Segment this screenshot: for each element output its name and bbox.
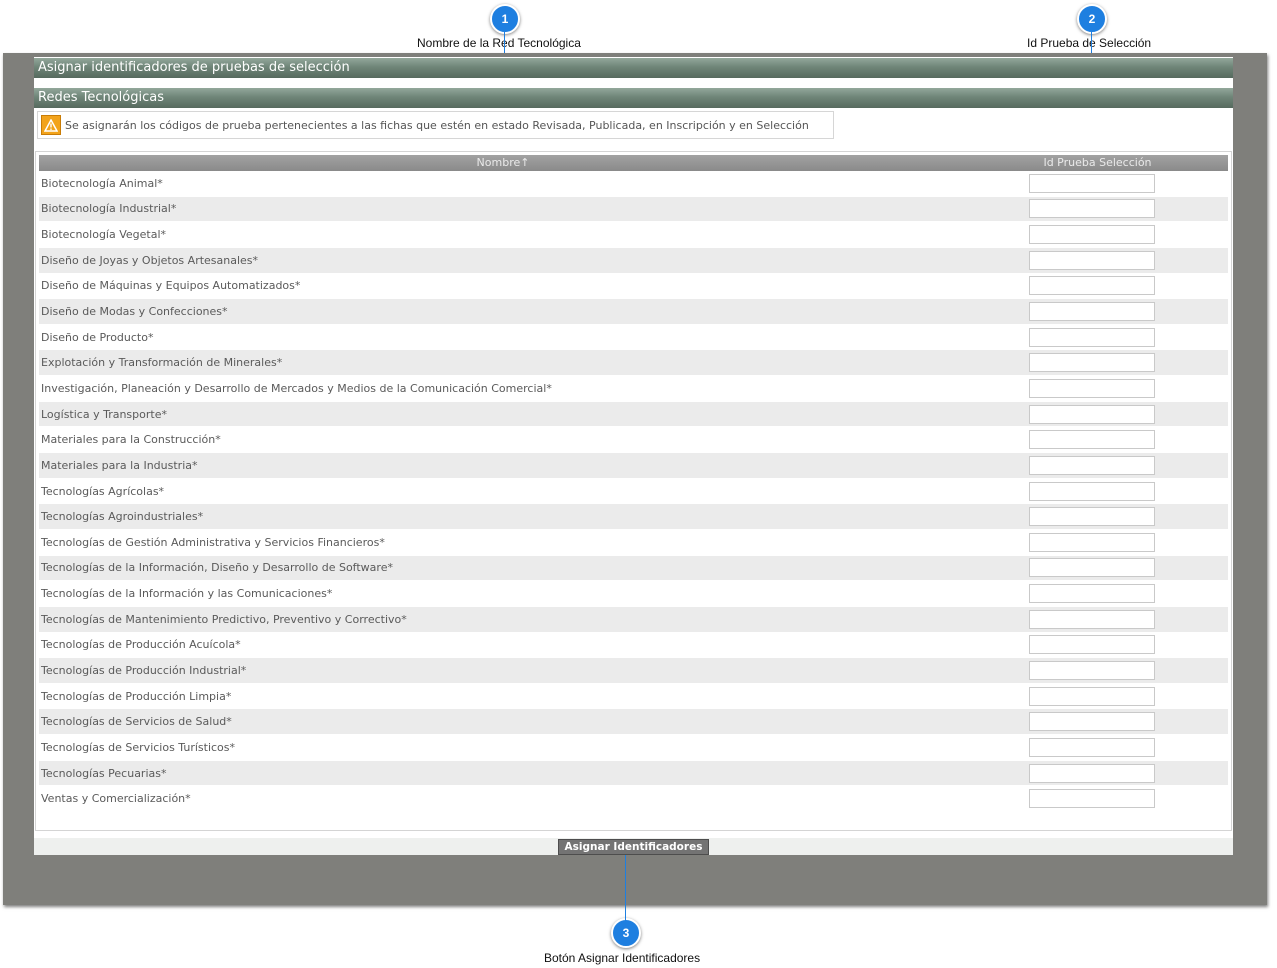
id-prueba-input[interactable]: [1029, 558, 1155, 578]
callout-line-3: [625, 855, 626, 921]
id-prueba-input[interactable]: [1029, 430, 1155, 450]
table-row: Diseño de Producto*: [39, 325, 1228, 351]
warning-message: Se asignarán los códigos de prueba perte…: [37, 111, 834, 139]
id-prueba-input[interactable]: [1029, 481, 1155, 501]
column-header-id-prueba[interactable]: Id Prueba Selección: [967, 155, 1228, 171]
warning-text: Se asignarán los códigos de prueba perte…: [65, 118, 809, 132]
id-prueba-input[interactable]: [1029, 686, 1155, 706]
id-prueba-input[interactable]: [1029, 353, 1155, 373]
callout-badge-2: 2: [1077, 4, 1107, 34]
table-row: Tecnologías de Mantenimiento Predictivo,…: [39, 606, 1228, 633]
id-prueba-input[interactable]: [1029, 532, 1155, 552]
id-prueba-input[interactable]: [1029, 404, 1155, 424]
table-row: Ventas y Comercialización*: [39, 786, 1228, 813]
id-prueba-input[interactable]: [1029, 763, 1155, 783]
id-prueba-input[interactable]: [1029, 712, 1155, 732]
warning-icon: [41, 115, 61, 135]
panel-title-bar: Asignar identificadores de pruebas de se…: [34, 58, 1233, 78]
column-header-nombre[interactable]: Nombre↑: [39, 155, 967, 171]
main-panel: Asignar identificadores de pruebas de se…: [34, 57, 1233, 855]
table-row: Tecnologías de Producción Industrial*: [39, 658, 1228, 684]
id-prueba-input[interactable]: [1029, 455, 1155, 475]
id-prueba-input[interactable]: [1029, 737, 1155, 757]
id-prueba-input[interactable]: [1029, 225, 1155, 245]
table-row: Logística y Transporte*: [39, 401, 1228, 428]
id-prueba-input[interactable]: [1029, 199, 1155, 219]
table-row: Diseño de Modas y Confecciones*: [39, 299, 1228, 325]
callout-label-3: Botón Asignar Identificadores: [544, 951, 701, 965]
id-prueba-input[interactable]: [1029, 250, 1155, 270]
table-row: Tecnologías Pecuarias*: [39, 760, 1228, 787]
assign-identifiers-button[interactable]: Asignar Identificadores: [558, 839, 709, 855]
id-prueba-input[interactable]: [1029, 789, 1155, 809]
table-row: Tecnologías de la Información, Diseño y …: [39, 555, 1228, 582]
id-prueba-input[interactable]: [1029, 507, 1155, 527]
table-row: Explotación y Transformación de Minerale…: [39, 350, 1228, 377]
table-row: Diseño de Joyas y Objetos Artesanales*: [39, 247, 1228, 274]
id-prueba-input[interactable]: [1029, 327, 1155, 347]
callout-label-2: Id Prueba de Selección: [1027, 36, 1152, 50]
section-title-bar: Redes Tecnológicas: [34, 88, 1233, 108]
callout-label-1: Nombre de la Red Tecnológica: [417, 36, 581, 50]
table-row: Tecnologías de la Información y las Comu…: [39, 581, 1228, 607]
id-prueba-input[interactable]: [1029, 378, 1155, 398]
table-row: Investigación, Planeación y Desarrollo d…: [39, 376, 1228, 402]
table-row: Tecnologías Agrícolas*: [39, 479, 1228, 505]
table-row: Tecnologías de Producción Acuícola*: [39, 633, 1228, 659]
table-row: Biotecnología Vegetal*: [39, 222, 1228, 248]
id-prueba-input[interactable]: [1029, 609, 1155, 629]
grid-rows: Biotecnología Animal* Biotecnología Indus…: [39, 171, 1228, 813]
table-row: Tecnologías de Producción Limpia*: [39, 684, 1228, 710]
id-prueba-input[interactable]: [1029, 635, 1155, 655]
id-prueba-input[interactable]: [1029, 276, 1155, 296]
table-row: Biotecnología Animal*: [39, 171, 1228, 197]
table-row: Materiales para la Construcción*: [39, 427, 1228, 454]
table-row: Tecnologías de Gestión Administrativa y …: [39, 530, 1228, 556]
table-row: Tecnologías de Servicios de Salud*: [39, 709, 1228, 736]
id-prueba-input[interactable]: [1029, 173, 1155, 193]
id-prueba-input[interactable]: [1029, 660, 1155, 680]
id-prueba-input[interactable]: [1029, 584, 1155, 604]
callout-badge-3: 3: [611, 918, 641, 948]
id-prueba-input[interactable]: [1029, 302, 1155, 322]
table-row: Diseño de Máquinas y Equipos Automatizad…: [39, 274, 1228, 300]
callout-badge-1: 1: [490, 4, 520, 34]
table-row: Tecnologías de Servicios Turísticos*: [39, 735, 1228, 761]
table-row: Biotecnología Industrial*: [39, 196, 1228, 223]
table-row: Materiales para la Industria*: [39, 453, 1228, 479]
table-row: Tecnologías Agroindustriales*: [39, 504, 1228, 530]
